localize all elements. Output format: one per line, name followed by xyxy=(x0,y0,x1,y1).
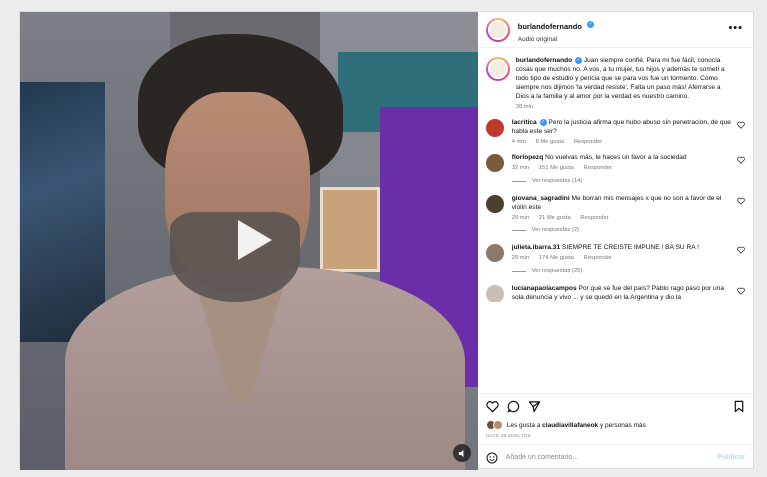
comment-text: SIEMPRE TE CREISTE IMPUNE ! BA SU RA ! xyxy=(561,244,699,251)
comment-likes[interactable]: 8 Me gusta xyxy=(536,139,565,145)
audio-icon[interactable] xyxy=(453,444,471,462)
caption-username[interactable]: burlandofernando xyxy=(516,57,572,64)
caption-time: 38 min xyxy=(515,104,534,110)
caption-avatar[interactable] xyxy=(485,57,510,81)
verified-icon: ✓ xyxy=(575,56,583,64)
comment-item: giovana_sagradini Me borran mis mensajes… xyxy=(485,194,745,221)
verified-icon: ✓ xyxy=(587,21,595,29)
comment-time: 29 min xyxy=(511,215,530,221)
commenter-avatar[interactable] xyxy=(485,154,504,172)
comment-username[interactable]: lucianapaolacampos xyxy=(512,285,577,292)
verified-icon: ✓ xyxy=(539,118,547,126)
action-bar xyxy=(477,393,753,419)
comment-text: No vuelvas más, le haces un favor a la s… xyxy=(545,154,687,161)
reply-button[interactable]: Responder xyxy=(580,215,608,221)
comment-icon[interactable] xyxy=(506,400,520,413)
post-video[interactable] xyxy=(20,12,478,470)
wall-painting xyxy=(20,82,105,342)
comment-item: lacritica ✓ Pero la justicia afirma que … xyxy=(485,118,745,145)
emoji-icon[interactable] xyxy=(486,452,498,464)
comment-username[interactable]: florlopezq xyxy=(512,154,544,161)
comment-username[interactable]: lacritica xyxy=(512,119,537,126)
bookmark-icon[interactable] xyxy=(733,400,745,413)
post-date: HACE 38 MINUTOS xyxy=(485,433,531,438)
comment-item: julieta.ibarra.31 SIEMPRE TE CREISTE IMP… xyxy=(485,243,745,262)
liker-avatar xyxy=(492,420,503,430)
author-avatar[interactable] xyxy=(485,17,510,42)
commenter-avatar[interactable] xyxy=(485,119,504,137)
comment-likes[interactable]: 151 Me gusta xyxy=(539,165,574,171)
comment-time: 32 min xyxy=(511,165,530,171)
add-comment-bar: Añade un comentario... Publicar xyxy=(477,444,753,470)
play-icon[interactable] xyxy=(234,218,274,262)
commenter-avatar[interactable] xyxy=(485,285,504,302)
reply-button[interactable]: Responder xyxy=(584,165,612,171)
comment-heart-icon[interactable] xyxy=(737,156,745,164)
comment-input[interactable]: Añade un comentario... xyxy=(506,454,718,461)
post-comment-button[interactable]: Publicar xyxy=(717,454,745,461)
comment-item: lucianapaolacampos Por qué se fue del pa… xyxy=(485,284,745,302)
likes-summary[interactable]: Les gusta a claudiavillafaneok y persona… xyxy=(478,419,753,431)
post-header: burlandofernando ✓ Audio original ••• xyxy=(477,12,753,48)
view-replies-button[interactable]: Ver respuestas (14) xyxy=(511,178,745,184)
reply-button[interactable]: Responder xyxy=(574,139,602,145)
commenter-avatar[interactable] xyxy=(485,195,504,213)
likes-user[interactable]: claudiavillafaneok xyxy=(542,422,598,429)
heart-icon[interactable] xyxy=(486,400,499,413)
comment-item: florlopezq No vuelvas más, le haces un f… xyxy=(485,153,745,172)
comment-time: 29 min xyxy=(511,255,530,261)
more-icon[interactable]: ••• xyxy=(728,22,743,34)
likes-suffix: y personas más xyxy=(599,421,646,429)
audio-label[interactable]: Audio original xyxy=(518,36,595,43)
caption: burlandofernando ✓ Juan siempre confié. … xyxy=(485,56,745,110)
comments-list[interactable]: burlandofernando ✓ Juan siempre confié. … xyxy=(478,48,753,393)
picture-frame xyxy=(320,187,380,272)
commenter-avatar[interactable] xyxy=(485,244,504,262)
comment-likes[interactable]: 174 Me gusta xyxy=(539,255,574,261)
view-replies-button[interactable]: Ver respuestas (25) xyxy=(511,268,745,274)
post-sidebar: burlandofernando ✓ Audio original ••• bu… xyxy=(477,12,753,470)
likes-prefix: Les gusta a xyxy=(506,421,541,429)
reply-button[interactable]: Responder xyxy=(584,255,612,261)
comment-heart-icon[interactable] xyxy=(737,246,745,254)
comment-username[interactable]: giovana_sagradini xyxy=(512,195,570,202)
comment-time: 4 min xyxy=(511,139,526,145)
comment-heart-icon[interactable] xyxy=(737,287,745,295)
post-card: burlandofernando ✓ Audio original ••• bu… xyxy=(19,11,754,470)
view-replies-button[interactable]: Ver respuestas (2) xyxy=(511,227,745,233)
comment-heart-icon[interactable] xyxy=(737,197,745,205)
comment-likes[interactable]: 21 Me gusta xyxy=(539,215,571,221)
share-icon[interactable] xyxy=(528,400,541,413)
comment-heart-icon[interactable] xyxy=(737,121,745,129)
author-username[interactable]: burlandofernando xyxy=(518,22,582,31)
comment-username[interactable]: julieta.ibarra.31 xyxy=(512,244,560,251)
